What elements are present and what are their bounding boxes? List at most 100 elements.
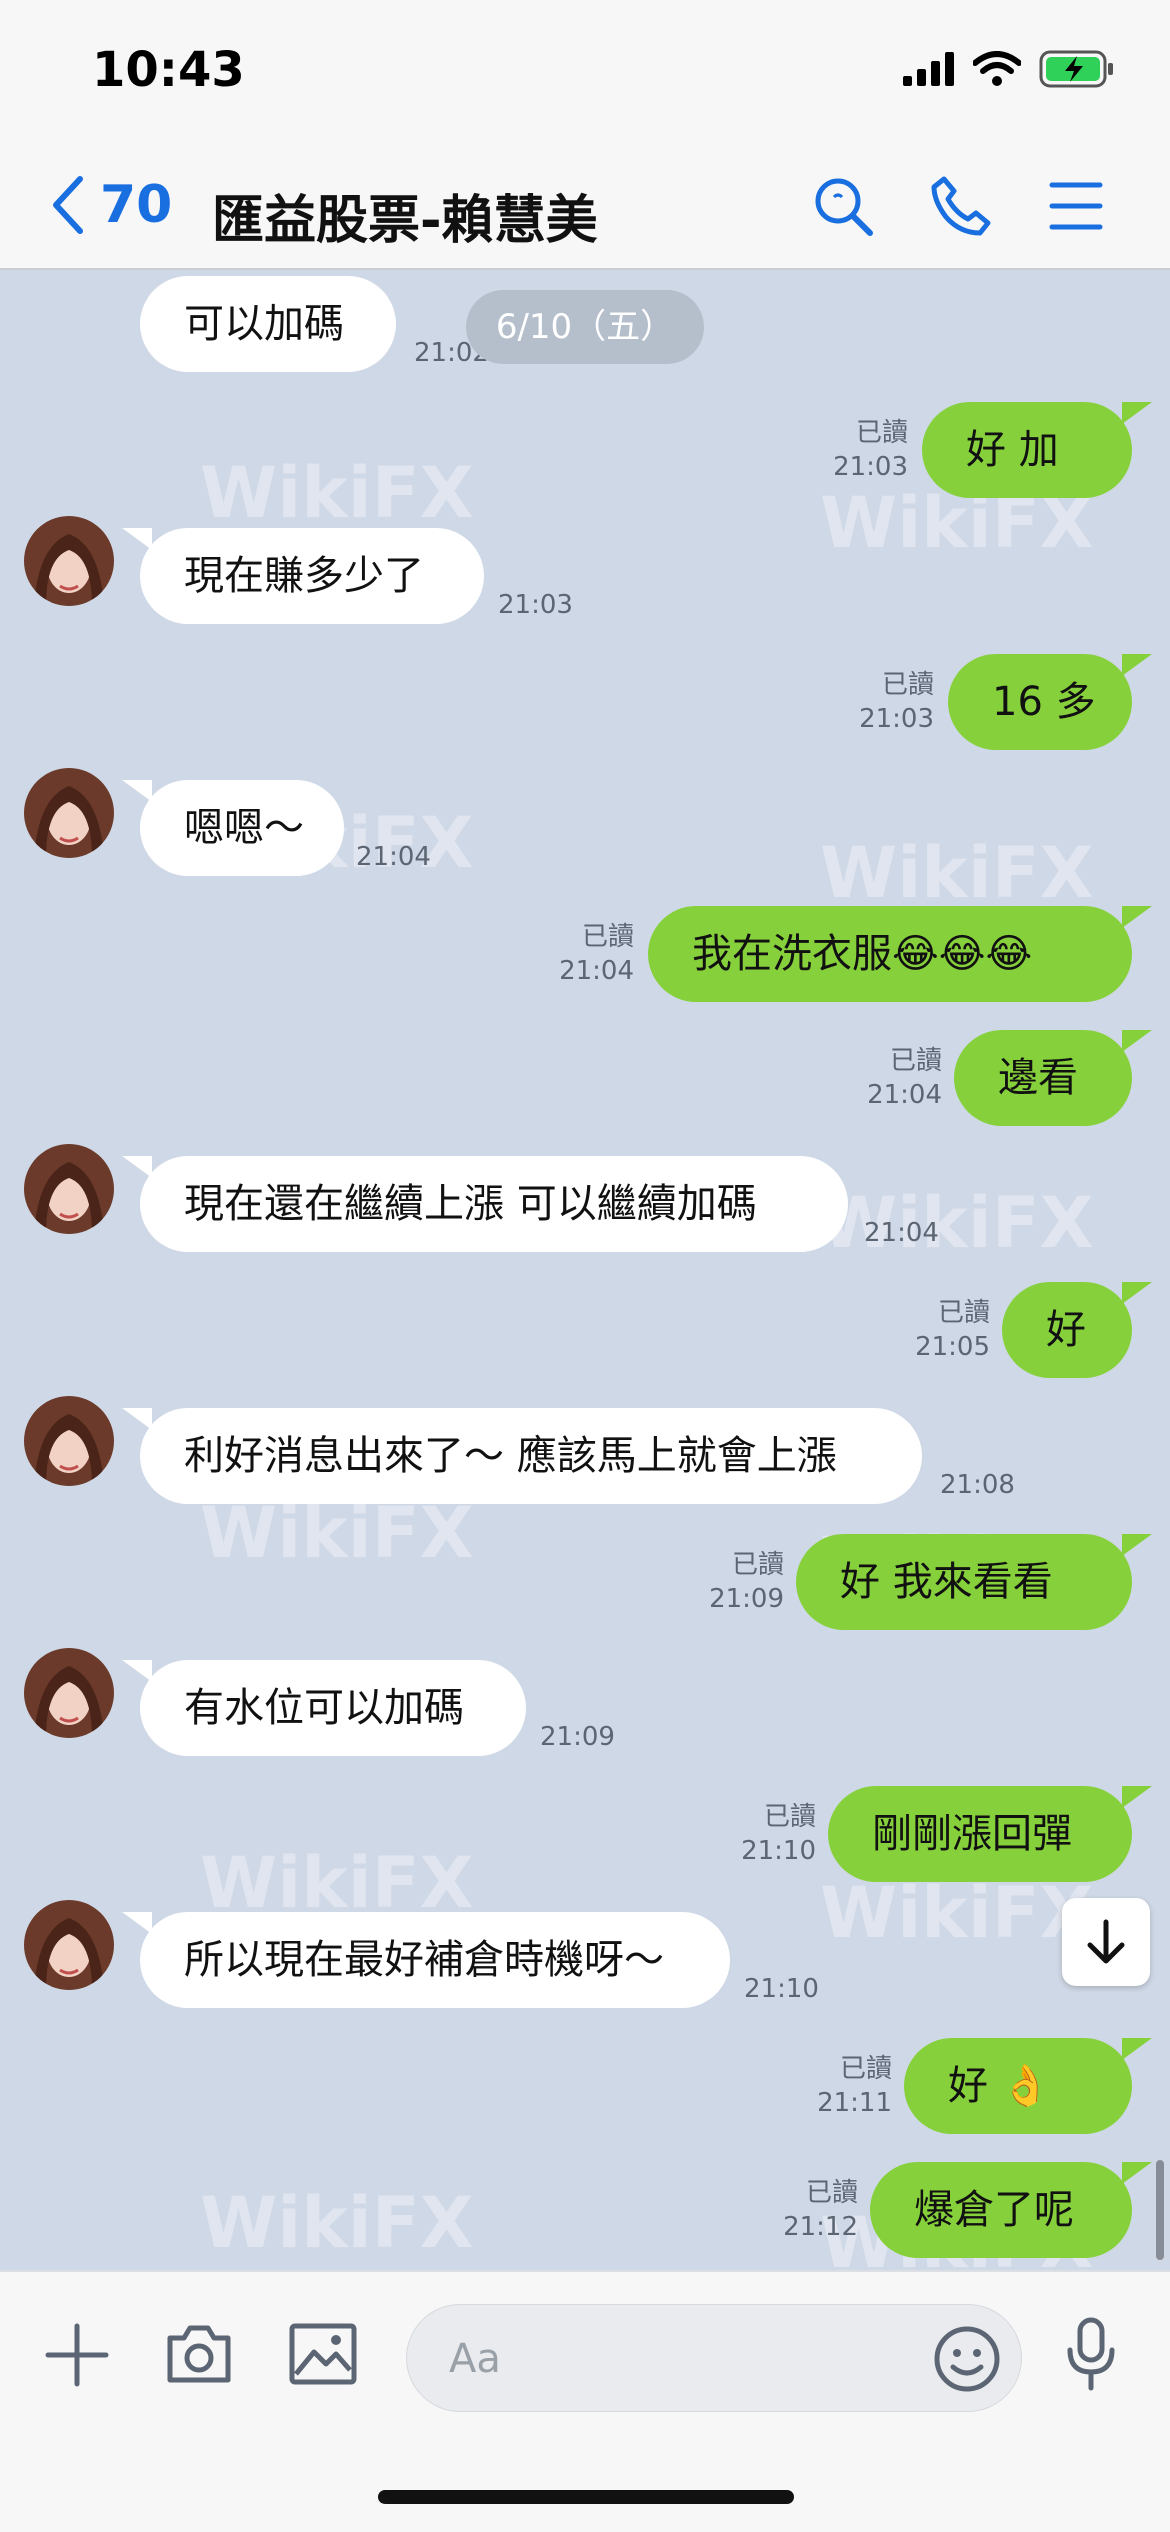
- bubble-tail: [1122, 2162, 1152, 2184]
- message-time: 21:03: [498, 590, 573, 620]
- message-bubble[interactable]: 利好消息出來了～ 應該馬上就會上漲: [140, 1408, 922, 1504]
- message-bubble[interactable]: 有水位可以加碼: [140, 1660, 526, 1756]
- message-time: 21:03: [833, 452, 908, 482]
- message-outgoing: 已讀 21:05 好: [0, 1282, 1170, 1378]
- message-time: 21:09: [540, 1722, 615, 1752]
- bubble-tail: [1122, 1534, 1152, 1556]
- camera-icon[interactable]: [164, 2322, 234, 2386]
- image-icon[interactable]: [288, 2322, 358, 2386]
- message-meta: 已讀 21:10: [741, 1800, 816, 1868]
- message-outgoing: 已讀 21:10 剛剛漲回彈: [0, 1786, 1170, 1882]
- message-time: 21:11: [817, 2088, 892, 2118]
- message-meta: 已讀 21:04: [559, 920, 634, 988]
- message-meta: 已讀 21:11: [817, 2052, 892, 2120]
- message-bubble[interactable]: 我在洗衣服😂😂😂: [648, 906, 1132, 1002]
- microphone-icon[interactable]: [1064, 2316, 1118, 2392]
- message-outgoing: 已讀 21:04 我在洗衣服😂😂😂: [0, 906, 1170, 1002]
- message-bubble[interactable]: 爆倉了呢: [870, 2162, 1132, 2258]
- message-bubble[interactable]: 現在賺多少了: [140, 528, 484, 624]
- unread-count: 70: [100, 175, 173, 235]
- avatar[interactable]: [24, 1396, 114, 1486]
- message-time: 21:10: [741, 1836, 816, 1866]
- avatar-image: [24, 516, 114, 606]
- message-bubble[interactable]: 好 加: [922, 402, 1132, 498]
- message-bubble[interactable]: 所以現在最好補倉時機呀～: [140, 1912, 730, 2008]
- scrollbar[interactable]: [1156, 2160, 1164, 2260]
- read-receipt: 已讀: [881, 670, 934, 700]
- date-separator: 6/10（五）: [466, 290, 704, 364]
- scroll-to-bottom-button[interactable]: [1062, 1898, 1150, 1986]
- bubble-tail: [122, 1912, 152, 1934]
- message-outgoing: 已讀 21:11 好 👌: [0, 2038, 1170, 2134]
- back-button[interactable]: 70: [50, 175, 172, 235]
- search-icon[interactable]: [812, 175, 874, 237]
- message-input[interactable]: Aa: [406, 2304, 1022, 2412]
- message-outgoing: 已讀 21:03 好 加: [0, 402, 1170, 498]
- message-time: 21:08: [940, 1470, 1015, 1500]
- message-bubble[interactable]: 現在還在繼續上漲 可以繼續加碼: [140, 1156, 848, 1252]
- avatar[interactable]: [24, 768, 114, 858]
- bubble-tail: [122, 528, 152, 550]
- arrow-down-icon: [1087, 1919, 1125, 1964]
- status-icons: [903, 50, 1115, 88]
- phone-icon[interactable]: [930, 175, 992, 237]
- avatar[interactable]: [24, 1144, 114, 1234]
- message-bubble[interactable]: 嗯嗯～: [140, 780, 344, 876]
- message-incoming: 所以現在最好補倉時機呀～ 21:10: [0, 1900, 1170, 2008]
- read-receipt: 已讀: [889, 1046, 942, 1076]
- wifi-icon: [973, 51, 1021, 86]
- message-incoming: 嗯嗯～ 21:04: [0, 768, 1170, 876]
- message-incoming: 利好消息出來了～ 應該馬上就會上漲 21:08: [0, 1396, 1170, 1504]
- avatar-image: [24, 1900, 114, 1990]
- message-bubble[interactable]: 好 👌: [904, 2038, 1132, 2134]
- chat-area[interactable]: WikiFX WikiFX WikiFX WikiFX WikiFX WikiF…: [0, 272, 1170, 2270]
- message-outgoing: 已讀 21:12 爆倉了呢: [0, 2162, 1170, 2258]
- message-meta: 已讀 21:12: [783, 2176, 858, 2244]
- read-receipt: 已讀: [839, 2054, 892, 2084]
- message-outgoing: 已讀 21:09 好 我來看看: [0, 1534, 1170, 1630]
- message-bubble[interactable]: 剛剛漲回彈: [828, 1786, 1132, 1882]
- bubble-tail: [122, 1408, 152, 1430]
- menu-icon[interactable]: [1048, 175, 1104, 237]
- bubble-tail: [1122, 906, 1152, 928]
- message-time: 21:09: [709, 1584, 784, 1614]
- message-time: 21:03: [859, 704, 934, 734]
- home-indicator[interactable]: [378, 2490, 794, 2504]
- message-outgoing: 已讀 21:03 16 多: [0, 654, 1170, 750]
- message-meta: 已讀 21:05: [915, 1296, 990, 1364]
- message-bubble[interactable]: 邊看: [954, 1030, 1132, 1126]
- plus-icon[interactable]: [44, 2322, 110, 2388]
- battery-charging-icon: [1039, 50, 1113, 88]
- message-time: 21:12: [783, 2212, 858, 2242]
- avatar[interactable]: [24, 516, 114, 606]
- avatar-image: [24, 768, 114, 858]
- avatar-image: [24, 1144, 114, 1234]
- read-receipt: 已讀: [763, 1802, 816, 1832]
- bubble-tail: [122, 780, 152, 802]
- input-placeholder: Aa: [449, 2336, 501, 2382]
- bubble-tail: [1122, 1282, 1152, 1304]
- message-incoming: 現在賺多少了 21:03: [0, 516, 1170, 624]
- message-bubble[interactable]: 好 我來看看: [796, 1534, 1132, 1630]
- bubble-tail: [1122, 2038, 1152, 2060]
- message-meta: 已讀 21:04: [867, 1044, 942, 1112]
- emoji-icon[interactable]: [933, 2325, 1001, 2393]
- header-row: 70 匯益股票-賴慧美: [0, 160, 1170, 251]
- read-receipt: 已讀: [731, 1550, 784, 1580]
- read-receipt: 已讀: [581, 922, 634, 952]
- avatar[interactable]: [24, 1900, 114, 1990]
- message-meta: 已讀 21:03: [833, 416, 908, 484]
- message-outgoing: 已讀 21:04 邊看: [0, 1030, 1170, 1126]
- message-time: 21:04: [356, 842, 431, 872]
- message-bubble[interactable]: 好: [1002, 1282, 1132, 1378]
- avatar[interactable]: [24, 1648, 114, 1738]
- message-bubble[interactable]: 可以加碼: [140, 276, 396, 372]
- message-bubble[interactable]: 16 多: [948, 654, 1132, 750]
- read-receipt: 已讀: [937, 1298, 990, 1328]
- bubble-tail: [122, 1660, 152, 1682]
- bubble-tail: [122, 1156, 152, 1178]
- avatar-image: [24, 1648, 114, 1738]
- message-meta: 已讀 21:09: [709, 1548, 784, 1616]
- message-time: 21:04: [559, 956, 634, 986]
- chevron-left-icon: [53, 176, 83, 234]
